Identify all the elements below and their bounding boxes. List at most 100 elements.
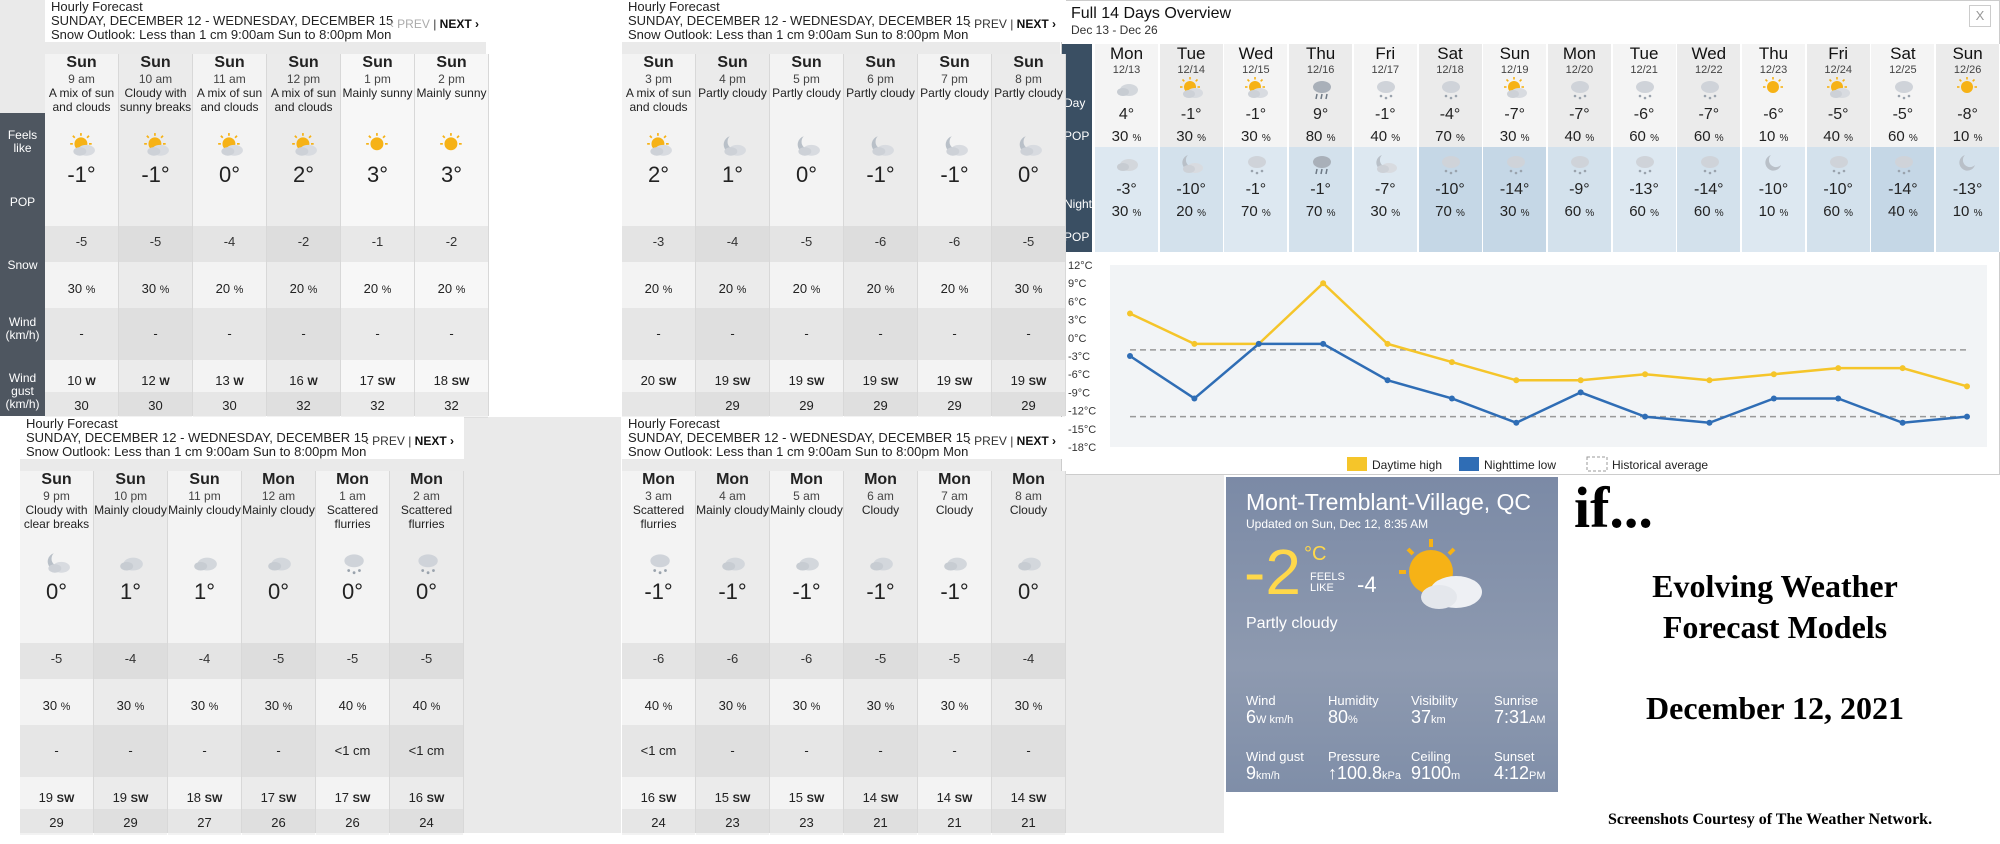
next-button[interactable]: NEXT › [1017, 434, 1056, 448]
overview-day-column[interactable]: Wed 12/15 -1° 30 % -1° 70 % [1224, 44, 1289, 252]
hour-feels-like: -5 [272, 651, 285, 666]
if-heading: if... [1574, 475, 1653, 540]
close-button[interactable]: X [1969, 5, 1991, 27]
overview-day-column[interactable]: Mon 12/20 -7° 40 % -9° 60 % [1547, 44, 1612, 252]
hour-column: Mon 8 am Cloudy 0° -4 30 % - 14 SW 21 [992, 471, 1066, 835]
sun-icon [1936, 76, 1999, 106]
hour-column: Mon 6 am Cloudy -1° -5 30 % - 14 SW 21 [844, 471, 918, 835]
moon-icon [1936, 151, 1999, 181]
overview-high: 9° [1312, 106, 1329, 123]
hour-gust: 29 [49, 815, 64, 830]
daytime-high-point [1706, 377, 1713, 384]
overview-high: -4° [1439, 106, 1461, 123]
row-labels-sidebar: Feels like POP Snow Wind (km/h) Wind gus… [0, 113, 45, 416]
overview-day-name: Mon [1562, 44, 1596, 63]
hour-feels-like: -5 [420, 651, 433, 666]
overview-day-column[interactable]: Fri 12/17 -1° 40 % -7° 30 % [1353, 44, 1418, 252]
hour-condition: Partly cloudy [698, 86, 767, 100]
hour-condition: A mix of sun and clouds [48, 86, 115, 114]
overview-day-column[interactable]: Sat 12/25 -5° 60 % -14° 40 % [1871, 44, 1936, 252]
hour-day: Sun [717, 54, 748, 71]
hour-column: Sun 9 pm Cloudy with clear breaks 0° -5 30 % -… [20, 471, 94, 835]
overview-high: -6° [1633, 106, 1655, 123]
hour-temperature: 1° [721, 162, 744, 187]
hour-wind: 17 SW [334, 790, 371, 805]
label-night-pop: POP [1064, 230, 1090, 244]
hour-column: Mon 5 am Mainly cloudy -1° -6 30 % - 15 SW 23 [770, 471, 844, 835]
overview-high: -7° [1504, 106, 1525, 123]
hour-temperature: 0° [415, 579, 438, 604]
overview-high: -6° [1763, 106, 1784, 123]
overview-day-column[interactable]: Tue 12/14 -1° 30 % -10° 20 % [1159, 44, 1224, 252]
hour-snow: - [1026, 743, 1031, 758]
prev-button[interactable]: ‹ PREV [967, 17, 1007, 31]
overview-day-column[interactable]: Wed 12/22 -7° 60 % -14° 60 % [1677, 44, 1742, 252]
overview-day-column[interactable]: Thu 12/16 9° 80 % -1° 70 % [1289, 44, 1354, 252]
hour-condition: Cloudy [935, 503, 974, 517]
hourly-columns: Mon 3 am Scattered flurries -1° -6 40 % <1 cm 1… [622, 471, 1066, 835]
overview-day-name: Mon [1109, 44, 1144, 63]
overview-panel: Full 14 Days Overview Dec 13 - Dec 26 X … [1061, 0, 2000, 475]
hour-day: Sun [189, 471, 220, 488]
hour-feels-like: -1 [371, 234, 384, 249]
hour-condition: Mainly sunny [342, 86, 413, 100]
overview-title: Full 14 Days Overview [1071, 5, 1232, 22]
hour-snow: - [1026, 326, 1031, 341]
hour-snow: - [449, 326, 454, 341]
overview-day-column[interactable]: Fri 12/24 -5° 40 % -10° 60 % [1806, 44, 1871, 252]
overview-day-column[interactable]: Sun 12/26 -8° 10 % -13° 10 % [1936, 44, 2000, 252]
next-button[interactable]: NEXT › [415, 434, 454, 448]
y-tick-label: -12°C [1068, 406, 1096, 418]
stat-label: Ceiling [1411, 749, 1451, 764]
hour-snow: - [276, 743, 281, 758]
cloud-icon [94, 549, 167, 579]
hour-gust: 24 [419, 815, 434, 830]
daytime-high-point [1448, 359, 1455, 366]
overview-low: -1° [1310, 181, 1331, 198]
overview-day-name: Tue [1176, 44, 1206, 63]
current-conditions-card: Mont-Tremblant-Village, QC Updated on Su… [1226, 477, 1558, 792]
hour-gust: 26 [345, 815, 360, 830]
snow-cloud-icon [622, 549, 695, 579]
hour-day: Mon [864, 471, 897, 488]
overview-night-pop: 10 % [1758, 203, 1789, 220]
hour-wind: 17 SW [260, 790, 297, 805]
hour-column: Sun 1 pm Mainly sunny 3° -1 20 % - 17 SW 32 [341, 54, 415, 418]
overview-day-name: Thu [1758, 44, 1789, 63]
snow-cloud-icon [1354, 76, 1417, 106]
next-button[interactable]: NEXT › [440, 17, 479, 31]
hour-snow: - [878, 326, 883, 341]
overview-day-name: Sun [1499, 44, 1530, 63]
nighttime-low-point [1384, 377, 1391, 384]
hour-pop: 30 % [190, 698, 219, 713]
hour-temperature: 0° [795, 162, 818, 187]
prev-button[interactable]: ‹ PREV [967, 434, 1007, 448]
moon-cloud-icon [844, 132, 917, 162]
prev-button[interactable]: ‹ PREV [390, 17, 430, 31]
hour-condition: Mainly cloudy [770, 503, 843, 517]
hour-condition: Cloudy with clear breaks [23, 503, 90, 531]
overview-day-column[interactable]: Tue 12/21 -6° 60 % -13° 60 % [1612, 44, 1677, 252]
overview-day-column[interactable]: Thu 12/23 -6° 10 % -10° 10 % [1742, 44, 1806, 252]
snow-cloud-icon [1548, 76, 1611, 106]
sun-cloud-icon [1224, 76, 1287, 106]
overview-day-column[interactable]: Sun 12/19 -7° 30 % -14° 30 % [1483, 44, 1548, 252]
hour-snow: - [375, 326, 380, 341]
hour-temperature: 0° [267, 579, 290, 604]
overview-day-name: Thu [1305, 44, 1336, 63]
overview-day-pop: 40 % [1823, 128, 1854, 145]
hour-condition: Mainly cloudy [168, 503, 241, 517]
overview-day-column[interactable]: Sat 12/18 -4° 70 % -10° 70 % [1418, 44, 1483, 252]
hour-snow: - [54, 743, 59, 758]
overview-night-pop: 60 % [1823, 203, 1854, 220]
overview-day-column[interactable]: Mon 12/13 4° 30 % -3° 30 % [1095, 44, 1159, 252]
snow-cloud-icon [390, 549, 463, 579]
hour-condition: Partly cloudy [846, 86, 915, 100]
prev-button[interactable]: ‹ PREV [365, 434, 405, 448]
next-button[interactable]: NEXT › [1017, 17, 1056, 31]
hour-day: Sun [1013, 54, 1044, 71]
hour-feels-like: -2 [445, 234, 458, 249]
hour-wind: 14 SW [862, 790, 899, 805]
moon-cloud-icon [918, 132, 991, 162]
nighttime-low-point [1255, 340, 1262, 347]
